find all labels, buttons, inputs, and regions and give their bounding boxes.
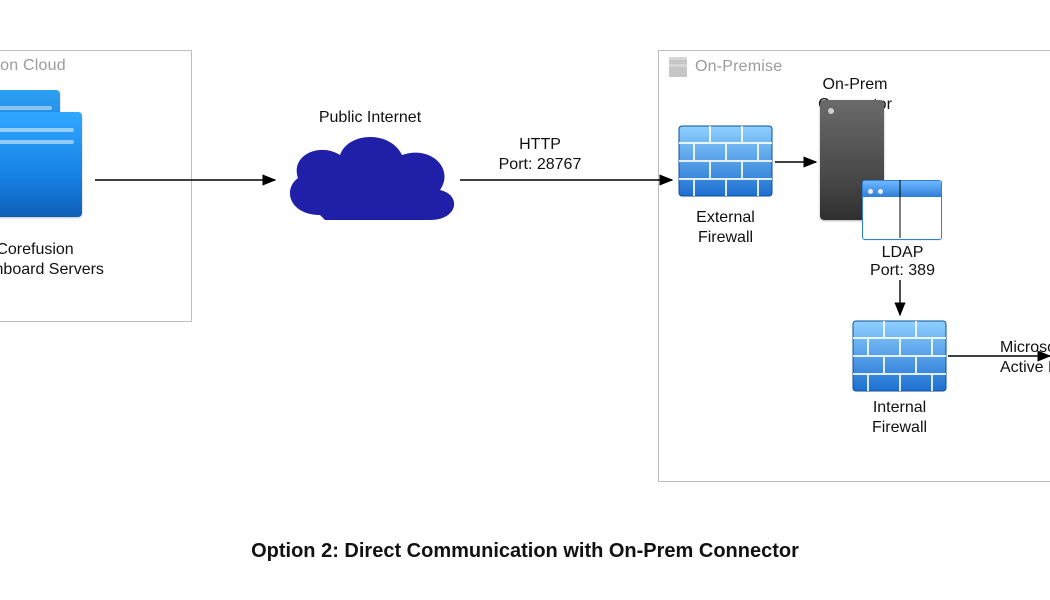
server-rack-icon xyxy=(669,57,687,77)
active-directory-label: MicrosoftActive Directory xyxy=(1000,338,1050,378)
dashboard-servers-label: CorefusionDashboard Servers xyxy=(0,240,130,280)
ldap-protocol-label: LDAP xyxy=(855,243,950,263)
cloud-group-title: Corefusion Cloud xyxy=(0,57,66,75)
http-protocol-label: HTTP xyxy=(475,135,605,155)
diagram-canvas: Corefusion Cloud On-Premise CorefusionDa… xyxy=(0,0,1050,600)
server-icon xyxy=(0,112,82,217)
ldap-port-label: Port: 389 xyxy=(855,261,950,281)
http-port-label: Port: 28767 xyxy=(475,155,605,175)
onprem-group-title: On-Premise xyxy=(695,58,782,76)
external-firewall-label: ExternalFirewall xyxy=(678,208,773,248)
ldap-window-icon xyxy=(862,180,940,242)
cloud-icon xyxy=(270,120,470,240)
diagram-caption: Option 2: Direct Communication with On-P… xyxy=(0,540,1050,563)
internal-firewall-label: InternalFirewall xyxy=(852,398,947,438)
dashboard-servers-icon xyxy=(0,90,95,220)
onprem-group-header: On-Premise xyxy=(669,57,782,77)
